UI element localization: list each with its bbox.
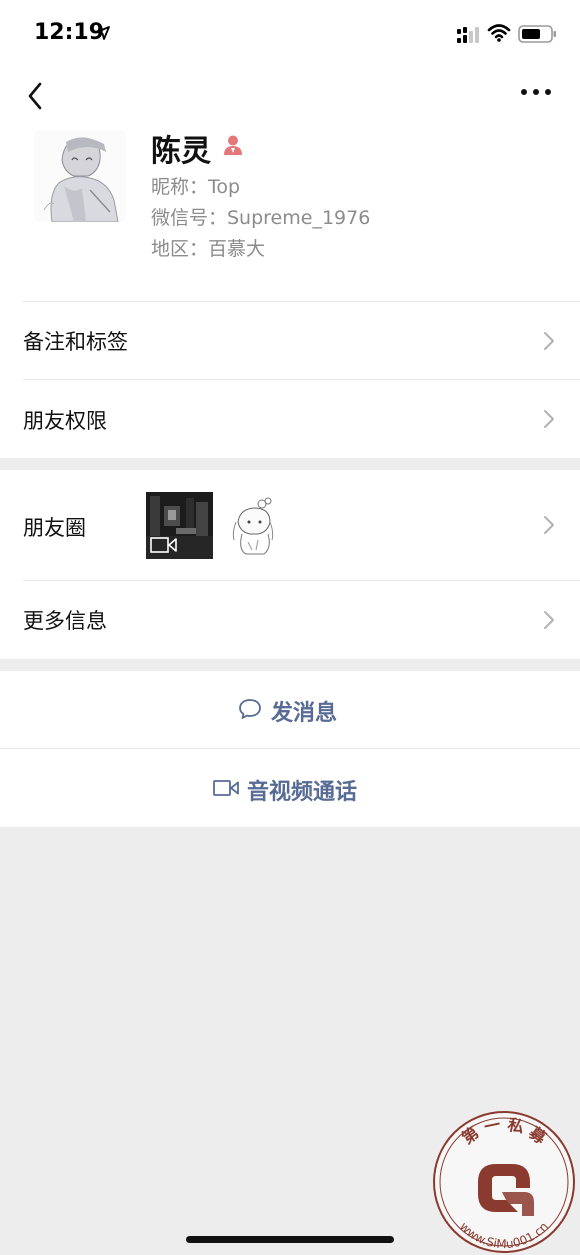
audio-video-call-button[interactable]: 音视频通话 [0, 749, 580, 827]
contact-name: 陈灵 [151, 134, 211, 169]
more-dots-icon [521, 89, 551, 95]
status-time: 12:19 [34, 20, 105, 45]
profile-header: 陈灵 昵称：Top 微信号：Supreme_1976 地区：百慕大 [0, 120, 580, 301]
chevron-right-icon [544, 611, 554, 629]
row-more-info[interactable]: 更多信息 [0, 580, 580, 659]
wifi-icon [487, 24, 511, 42]
section-actions: 发消息 音视频通话 [0, 671, 580, 827]
chevron-right-icon [544, 410, 554, 428]
moment-thumbnail-drawing [224, 492, 291, 559]
row-label: 朋友圈 [23, 516, 86, 540]
avatar[interactable] [34, 130, 126, 222]
section-settings: 备注和标签 朋友权限 [0, 301, 580, 458]
region-text: 地区：百慕大 [151, 238, 266, 260]
audio-video-call-label: 音视频通话 [247, 780, 358, 805]
chevron-left-icon [28, 82, 42, 110]
chat-bubble-icon [239, 699, 261, 719]
row-moments[interactable]: 朋友圈 [0, 470, 580, 580]
watermark-logo: 第 一 私 募 www.SiMu001.cn [433, 1111, 575, 1253]
home-indicator[interactable] [186, 1236, 394, 1243]
nickname-text: 昵称：Top [151, 176, 241, 198]
send-message-button[interactable]: 发消息 [0, 671, 580, 748]
more-button[interactable] [516, 78, 556, 108]
moment-photo [224, 492, 291, 559]
back-button[interactable] [20, 76, 52, 112]
row-label: 朋友权限 [23, 409, 107, 433]
location-arrow-icon [96, 26, 110, 40]
watermark-stamp: 第 一 私 募 www.SiMu001.cn [432, 1110, 576, 1254]
section-moments: 朋友圈 更多信息 [0, 470, 580, 659]
video-camera-icon [213, 780, 239, 796]
send-message-label: 发消息 [271, 701, 338, 726]
signal-icon [457, 27, 479, 43]
row-remark-tags[interactable]: 备注和标签 [0, 301, 580, 379]
person-female-icon [224, 135, 242, 155]
video-camera-icon [150, 537, 177, 553]
row-label: 备注和标签 [23, 330, 128, 354]
row-friend-permissions[interactable]: 朋友权限 [0, 379, 580, 458]
avatar-illustration [34, 130, 126, 222]
chevron-right-icon [544, 332, 554, 350]
status-bar: 12:19 [0, 0, 580, 70]
row-label: 更多信息 [23, 609, 107, 633]
chevron-right-icon [544, 516, 554, 534]
battery-icon [518, 25, 556, 43]
wechat-id-text: 微信号：Supreme_1976 [151, 207, 371, 229]
nav-bar [0, 70, 580, 120]
moment-thumbnail-video [146, 492, 213, 559]
